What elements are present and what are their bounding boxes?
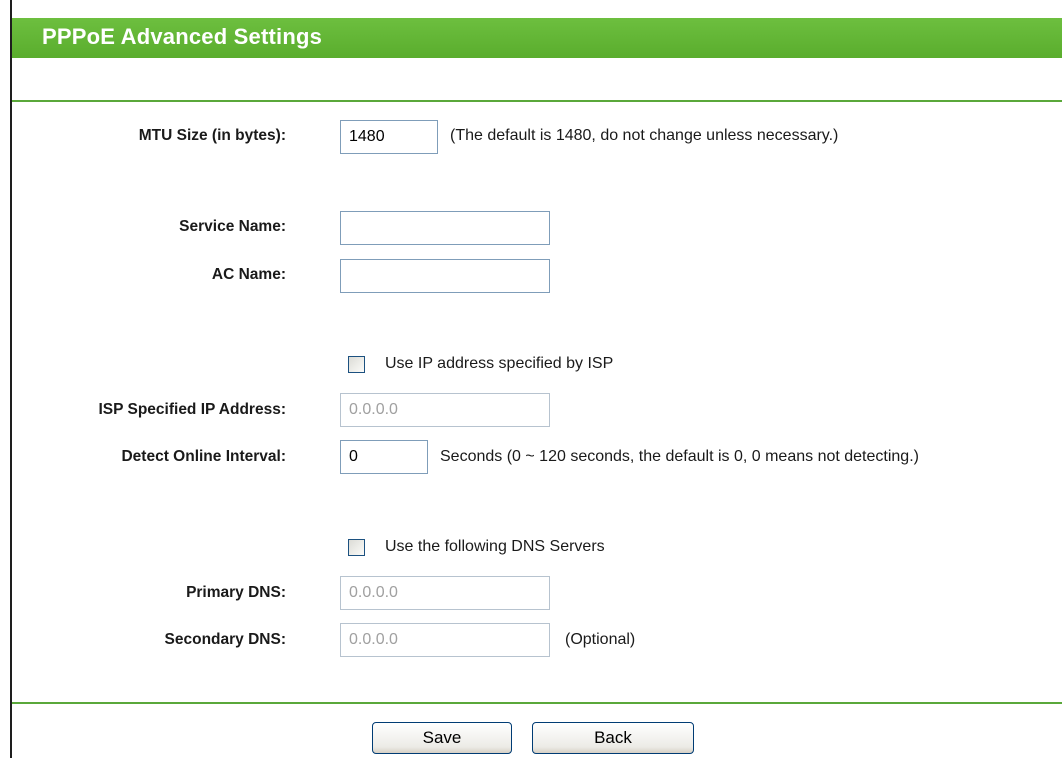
mtu-hint: (The default is 1480, do not change unle… <box>450 127 839 144</box>
bottom-divider <box>12 702 1062 704</box>
use-dns-label: Use the following DNS Servers <box>385 538 605 555</box>
page-title: PPPoE Advanced Settings <box>42 24 323 49</box>
save-button[interactable]: Save <box>372 722 512 754</box>
ac-name-label: AC Name: <box>211 266 286 283</box>
use-isp-ip-checkbox[interactable] <box>348 356 365 373</box>
secondary-dns-label: Secondary DNS: <box>164 631 286 648</box>
use-isp-ip-label: Use IP address specified by ISP <box>385 355 614 372</box>
pppoe-advanced-settings-page: PPPoE Advanced Settings MTU Size (in byt… <box>0 0 1062 758</box>
back-button[interactable]: Back <box>532 722 694 754</box>
detect-interval-input[interactable] <box>340 440 428 474</box>
primary-dns-input[interactable] <box>340 576 550 610</box>
service-name-label: Service Name: <box>179 218 286 235</box>
isp-ip-label: ISP Specified IP Address: <box>98 401 286 418</box>
use-dns-checkbox[interactable] <box>348 539 365 556</box>
top-divider <box>12 100 1062 102</box>
mtu-input[interactable] <box>340 120 438 154</box>
primary-dns-label: Primary DNS: <box>186 584 286 601</box>
detect-interval-hint: Seconds (0 ~ 120 seconds, the default is… <box>440 448 919 465</box>
title-bar: PPPoE Advanced Settings <box>12 18 1062 58</box>
secondary-dns-hint: (Optional) <box>565 631 636 648</box>
isp-ip-input[interactable] <box>340 393 550 427</box>
mtu-label: MTU Size (in bytes): <box>138 127 286 144</box>
service-name-input[interactable] <box>340 211 550 245</box>
secondary-dns-input[interactable] <box>340 623 550 657</box>
detect-interval-label: Detect Online Interval: <box>121 448 286 465</box>
ac-name-input[interactable] <box>340 259 550 293</box>
left-border <box>10 0 12 758</box>
